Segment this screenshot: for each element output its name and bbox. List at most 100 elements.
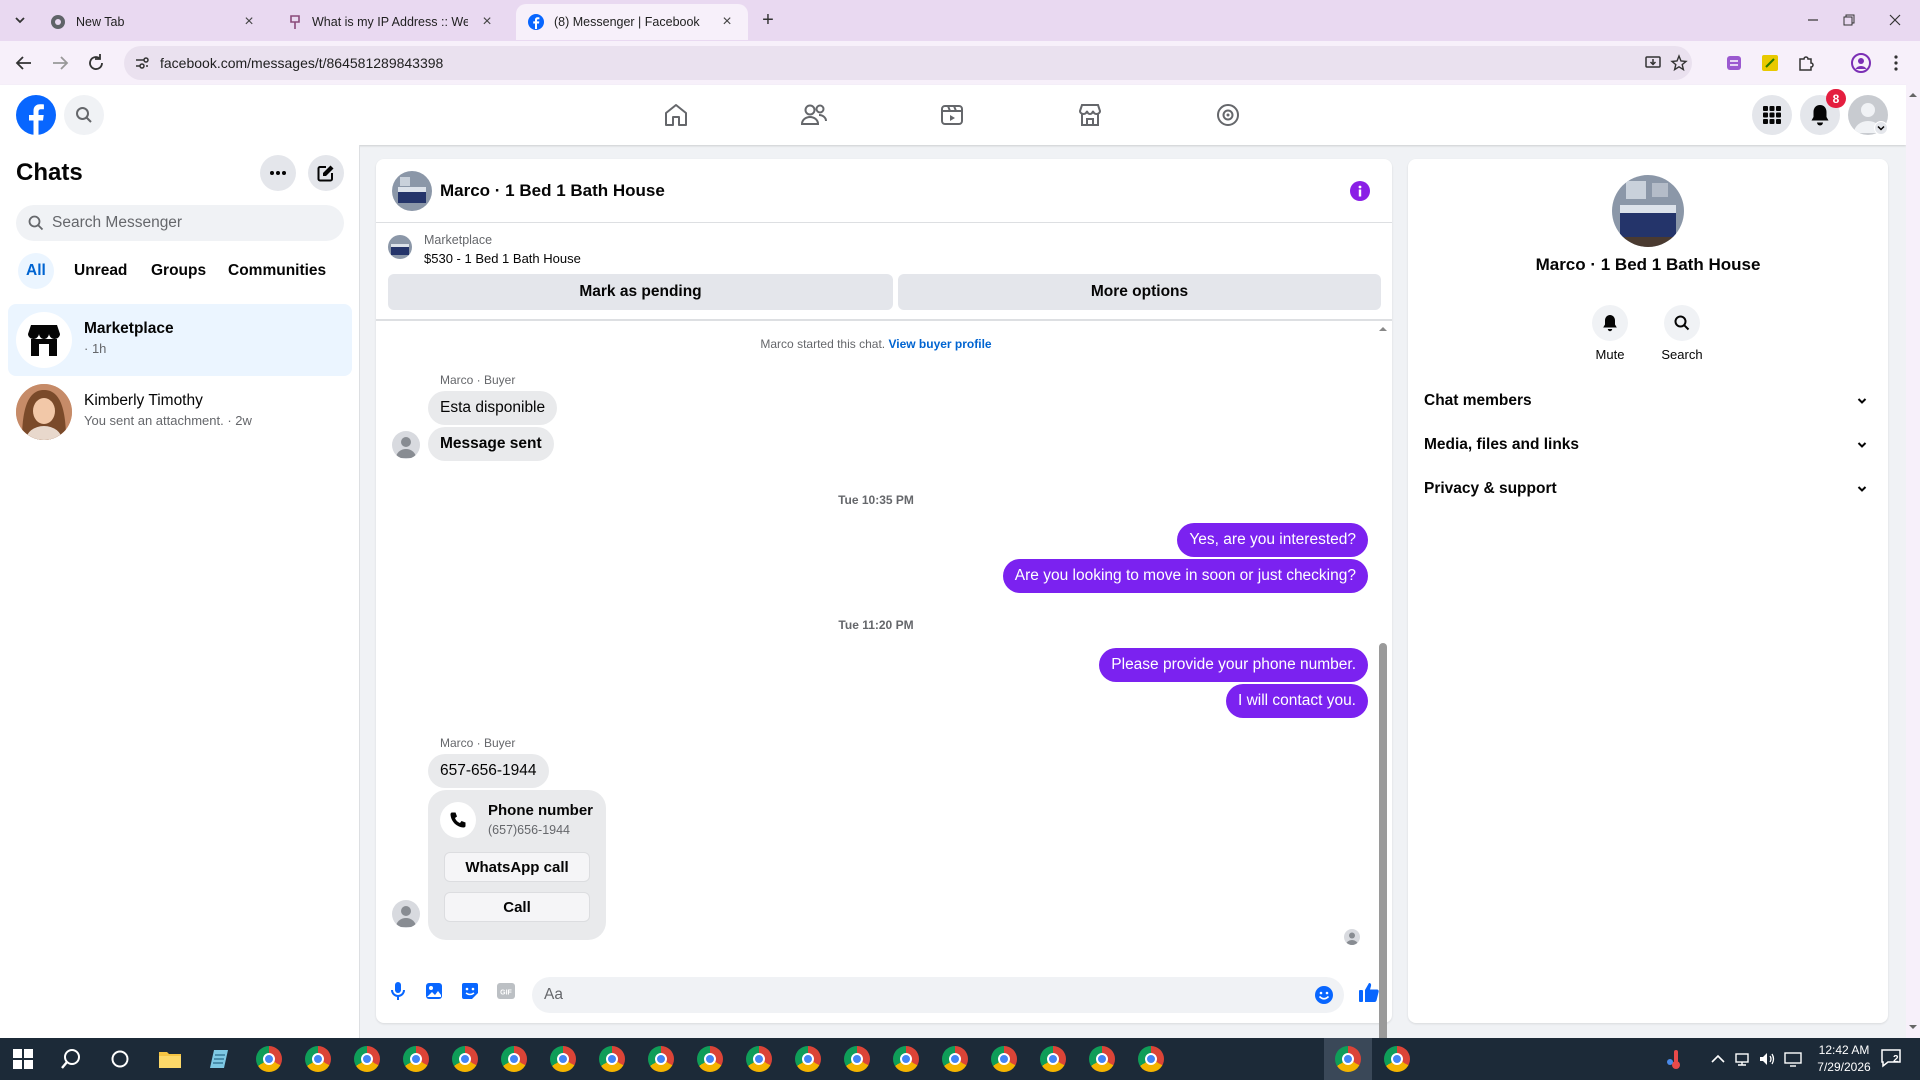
menu-button[interactable] bbox=[1752, 95, 1792, 135]
page-scrollbar[interactable] bbox=[1906, 85, 1920, 1038]
notification-center-button[interactable]: 2 bbox=[1880, 1048, 1906, 1070]
chrome-app-button[interactable] bbox=[893, 1046, 919, 1072]
chrome-app-button[interactable] bbox=[305, 1046, 331, 1072]
chrome-app-button[interactable] bbox=[648, 1046, 674, 1072]
chrome-app-button[interactable] bbox=[844, 1046, 870, 1072]
reload-button[interactable] bbox=[84, 51, 108, 75]
search-conversation-button[interactable]: Search bbox=[1654, 305, 1710, 365]
browser-menu-button[interactable] bbox=[1886, 53, 1906, 73]
view-buyer-profile-link[interactable]: View buyer profile bbox=[888, 337, 991, 351]
chrome-app-button[interactable] bbox=[697, 1046, 723, 1072]
messages-scrollbar[interactable] bbox=[1378, 325, 1388, 1080]
chevron-down-icon[interactable] bbox=[1908, 1023, 1918, 1031]
extension-button[interactable] bbox=[1760, 53, 1780, 73]
more-options-button[interactable]: More options bbox=[898, 274, 1381, 310]
chat-list-item[interactable]: Marketplace · 1h bbox=[8, 304, 352, 376]
start-button[interactable] bbox=[12, 1048, 34, 1070]
call-button[interactable]: Call bbox=[444, 892, 590, 922]
chrome-app-button[interactable] bbox=[1089, 1046, 1115, 1072]
site-info-icon[interactable] bbox=[134, 55, 150, 71]
nav-friends[interactable] bbox=[778, 85, 850, 145]
tab-search-button[interactable] bbox=[8, 8, 32, 32]
outgoing-message[interactable]: Are you looking to move in soon or just … bbox=[1002, 559, 1368, 593]
chrome-app-button[interactable] bbox=[599, 1046, 625, 1072]
media-files-links-section[interactable]: Media, files and links bbox=[1424, 425, 1868, 465]
chrome-app-button[interactable] bbox=[501, 1046, 527, 1072]
facebook-logo[interactable] bbox=[16, 95, 56, 135]
close-icon[interactable]: × bbox=[478, 13, 496, 31]
notifications-button[interactable]: 8 bbox=[1800, 89, 1846, 135]
whatsapp-call-button[interactable]: WhatsApp call bbox=[444, 852, 590, 882]
chrome-app-button[interactable] bbox=[256, 1046, 282, 1072]
chrome-app-button[interactable] bbox=[1384, 1046, 1410, 1072]
chrome-app-button-active[interactable] bbox=[1335, 1046, 1361, 1072]
nav-video[interactable] bbox=[916, 85, 988, 145]
browser-tab[interactable]: What is my IP Address :: WebBrow × bbox=[276, 4, 508, 40]
profile-photo[interactable] bbox=[1612, 175, 1684, 247]
nav-home[interactable] bbox=[640, 85, 712, 145]
chrome-app-button[interactable] bbox=[795, 1046, 821, 1072]
message-input[interactable]: Aa bbox=[532, 977, 1344, 1013]
notepad-app-button[interactable] bbox=[206, 1048, 230, 1070]
privacy-support-section[interactable]: Privacy & support bbox=[1424, 469, 1868, 509]
chrome-app-button[interactable] bbox=[550, 1046, 576, 1072]
close-icon[interactable]: × bbox=[718, 13, 736, 31]
incoming-message[interactable]: Message sent bbox=[428, 427, 554, 461]
task-view-button[interactable] bbox=[110, 1049, 130, 1069]
chrome-app-button[interactable] bbox=[746, 1046, 772, 1072]
file-explorer-button[interactable] bbox=[158, 1048, 182, 1070]
restore-button[interactable] bbox=[1826, 0, 1872, 40]
chat-options-button[interactable] bbox=[260, 155, 296, 191]
nav-gaming[interactable] bbox=[1192, 85, 1264, 145]
outgoing-message[interactable]: Please provide your phone number. bbox=[1099, 648, 1368, 682]
volume-tray-icon[interactable] bbox=[1758, 1051, 1776, 1067]
filter-unread[interactable]: Unread bbox=[66, 253, 135, 289]
browser-tab-active[interactable]: (8) Messenger | Facebook × bbox=[516, 4, 748, 40]
incoming-message[interactable]: Esta disponible bbox=[428, 391, 558, 425]
facebook-search-button[interactable] bbox=[64, 95, 104, 135]
display-tray-icon[interactable] bbox=[1784, 1051, 1802, 1067]
profile-button[interactable] bbox=[1850, 52, 1872, 74]
outgoing-message[interactable]: I will contact you. bbox=[1225, 684, 1368, 718]
mark-as-pending-button[interactable]: Mark as pending bbox=[388, 274, 893, 310]
chat-members-section[interactable]: Chat members bbox=[1424, 381, 1868, 421]
forward-button[interactable] bbox=[48, 51, 72, 75]
chevron-up-icon[interactable] bbox=[1378, 325, 1388, 333]
conversation-info-button[interactable] bbox=[1350, 181, 1370, 201]
network-tray-icon[interactable] bbox=[1734, 1051, 1750, 1067]
new-tab-button[interactable]: + bbox=[756, 8, 780, 32]
send-like-button[interactable] bbox=[1356, 979, 1382, 1005]
search-messenger-input[interactable]: Search Messenger bbox=[16, 205, 344, 241]
nav-marketplace[interactable] bbox=[1054, 85, 1126, 145]
tray-overflow-button[interactable] bbox=[1710, 1052, 1726, 1066]
incoming-message[interactable]: 657-656-1944 bbox=[428, 754, 549, 788]
chrome-app-button[interactable] bbox=[991, 1046, 1017, 1072]
listing-thumbnail[interactable] bbox=[388, 235, 412, 259]
attach-media-button[interactable] bbox=[422, 979, 446, 1003]
url-bar[interactable]: facebook.com/messages/t/864581289843398 bbox=[124, 46, 1692, 80]
chrome-app-button[interactable] bbox=[403, 1046, 429, 1072]
browser-tab[interactable]: New Tab × bbox=[38, 4, 270, 40]
account-button[interactable] bbox=[1848, 95, 1888, 135]
chrome-app-button[interactable] bbox=[452, 1046, 478, 1072]
filter-groups[interactable]: Groups bbox=[143, 253, 214, 289]
close-icon[interactable]: × bbox=[240, 13, 258, 31]
temperature-tray-icon[interactable] bbox=[1666, 1048, 1686, 1070]
chrome-app-button[interactable] bbox=[1040, 1046, 1066, 1072]
conversation-header[interactable]: Marco · 1 Bed 1 Bath House bbox=[376, 159, 1392, 223]
back-button[interactable] bbox=[12, 51, 36, 75]
taskbar-clock[interactable]: 12:42 AM 7/29/2026 bbox=[1806, 1042, 1882, 1076]
close-window-button[interactable] bbox=[1872, 0, 1918, 40]
gif-button[interactable]: GIF bbox=[494, 979, 518, 1003]
extensions-menu-button[interactable] bbox=[1796, 53, 1816, 73]
taskbar-search-button[interactable] bbox=[60, 1048, 82, 1070]
listing-title[interactable]: $530 - 1 Bed 1 Bath House bbox=[424, 251, 581, 266]
install-app-icon[interactable] bbox=[1644, 54, 1662, 72]
filter-communities[interactable]: Communities bbox=[220, 253, 334, 289]
chat-list-item[interactable]: Kimberly Timothy You sent an attachment.… bbox=[8, 376, 352, 448]
chrome-app-button[interactable] bbox=[354, 1046, 380, 1072]
voice-clip-button[interactable] bbox=[386, 979, 410, 1003]
chevron-up-icon[interactable] bbox=[1908, 91, 1918, 99]
extension-button[interactable] bbox=[1724, 53, 1744, 73]
mute-button[interactable]: Mute bbox=[1584, 305, 1636, 365]
